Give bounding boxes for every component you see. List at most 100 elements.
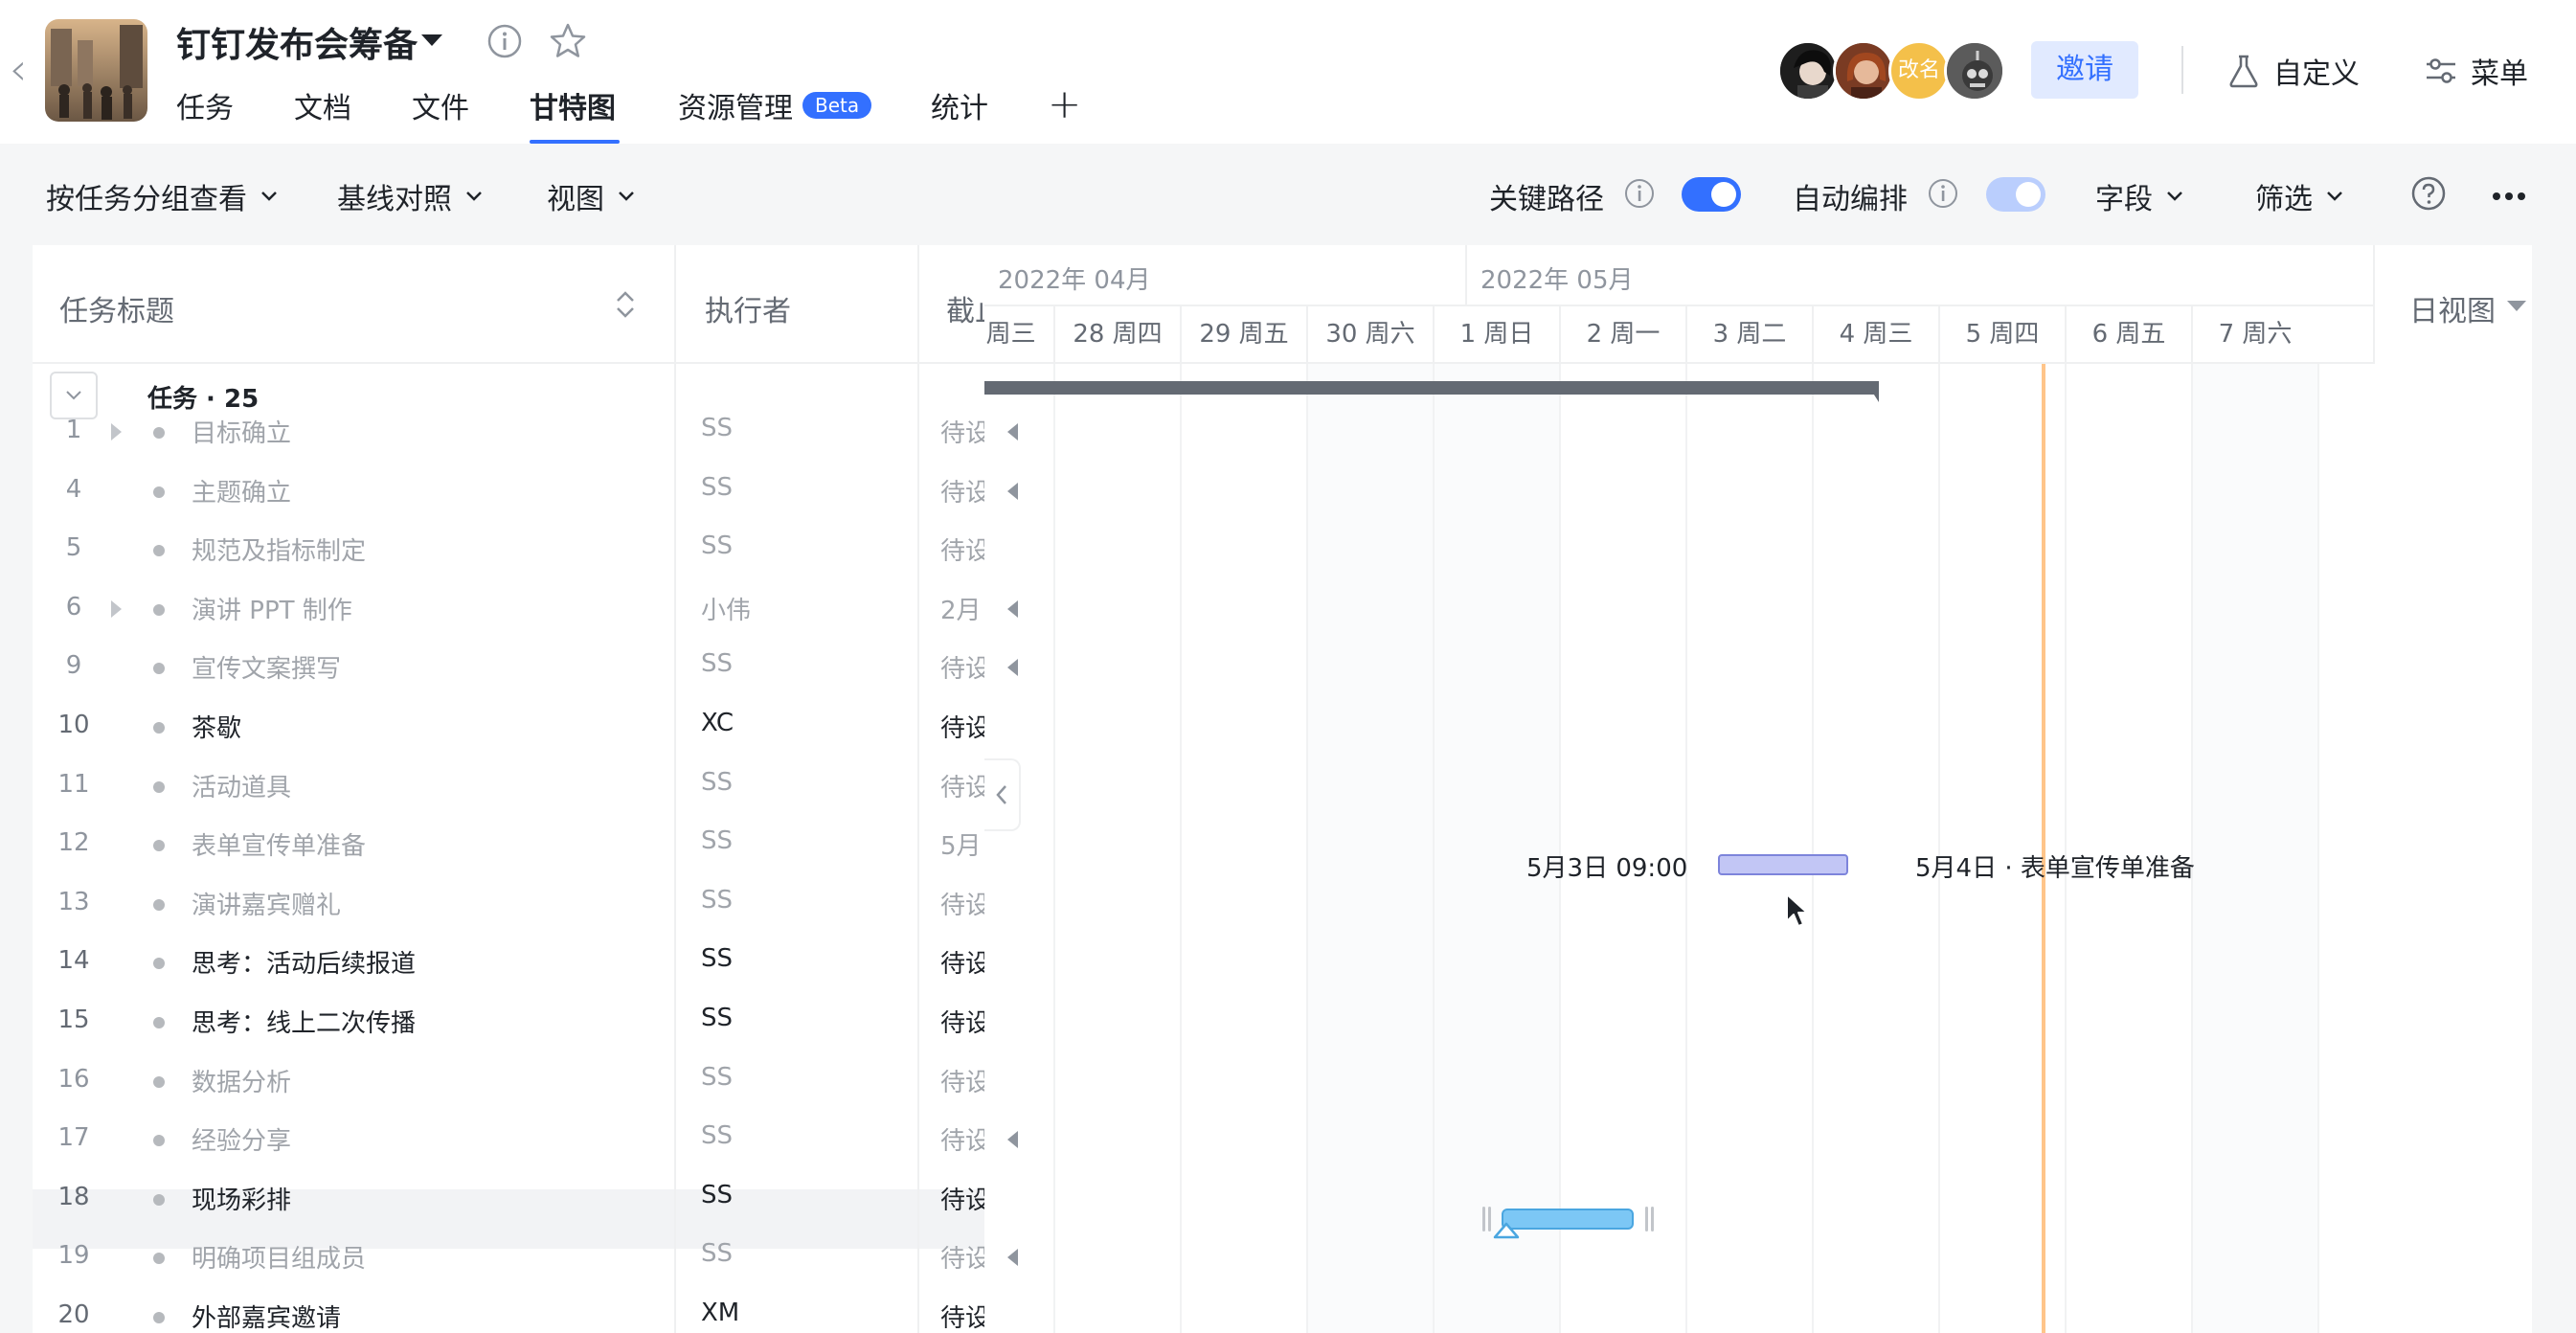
help-icon[interactable] bbox=[2410, 175, 2447, 212]
status-dot-icon[interactable] bbox=[153, 1017, 165, 1028]
task-title[interactable]: 外部嘉宾邀请 bbox=[192, 1299, 341, 1333]
task-due-date[interactable]: 待设 bbox=[940, 1239, 984, 1275]
task-assignee[interactable]: SS bbox=[701, 1063, 733, 1092]
status-dot-icon[interactable] bbox=[153, 545, 165, 557]
resize-handle-right[interactable] bbox=[1641, 1207, 1657, 1231]
task-assignee[interactable]: SS bbox=[701, 1239, 733, 1268]
expand-arrow-icon[interactable] bbox=[111, 423, 122, 441]
baseline-dropdown[interactable]: 基线对照 bbox=[337, 175, 485, 217]
project-title[interactable]: 钉钉发布会筹备 bbox=[176, 17, 418, 67]
table-row[interactable]: 6 演讲 PPT 制作 小伟 2月 bbox=[33, 579, 984, 639]
dependency-anchor-icon[interactable] bbox=[1492, 1220, 1521, 1239]
table-row[interactable]: 20 外部嘉宾邀请 XM 待设 bbox=[33, 1287, 984, 1333]
status-dot-icon[interactable] bbox=[153, 1312, 165, 1323]
task-title[interactable]: 演讲 PPT 制作 bbox=[192, 591, 352, 626]
task-assignee[interactable]: SS bbox=[701, 473, 733, 502]
status-dot-icon[interactable] bbox=[153, 603, 165, 616]
invite-button[interactable]: 邀请 bbox=[2031, 41, 2138, 99]
status-dot-icon[interactable] bbox=[153, 427, 165, 439]
status-dot-icon[interactable] bbox=[153, 486, 165, 498]
task-assignee[interactable]: SS bbox=[701, 826, 733, 855]
caret-down-icon[interactable] bbox=[421, 34, 442, 46]
task-title[interactable]: 茶歇 bbox=[192, 709, 241, 744]
more-icon[interactable] bbox=[2492, 188, 2526, 200]
menu-button[interactable]: 菜单 bbox=[2425, 50, 2528, 92]
task-title[interactable]: 规范及指标制定 bbox=[192, 531, 366, 567]
task-assignee[interactable]: SS bbox=[701, 414, 733, 442]
view-dropdown[interactable]: 视图 bbox=[547, 175, 637, 217]
status-dot-icon[interactable] bbox=[153, 780, 165, 793]
auto-schedule-toggle[interactable] bbox=[1986, 177, 2045, 212]
task-bar[interactable] bbox=[1502, 1209, 1634, 1230]
sort-icon[interactable] bbox=[611, 285, 640, 324]
table-row[interactable]: 4 主题确立 SS 待设 bbox=[33, 462, 984, 521]
status-dot-icon[interactable] bbox=[153, 722, 165, 734]
info-icon[interactable] bbox=[1927, 177, 1959, 210]
task-due-date[interactable]: 待设 bbox=[940, 886, 984, 921]
scroll-to-bar-arrow-icon[interactable] bbox=[1007, 423, 1018, 441]
member-avatar[interactable] bbox=[1833, 40, 1894, 102]
filter-dropdown[interactable]: 筛选 bbox=[2255, 175, 2345, 217]
task-title[interactable]: 现场彩排 bbox=[192, 1181, 291, 1216]
column-due-header[interactable]: 截止 bbox=[946, 287, 984, 329]
critical-path-toggle[interactable] bbox=[1682, 177, 1741, 212]
task-due-date[interactable]: 待设 bbox=[940, 649, 984, 685]
status-dot-icon[interactable] bbox=[153, 663, 165, 675]
table-row[interactable]: 16 数据分析 SS 待设 bbox=[33, 1051, 984, 1111]
table-row[interactable]: 17 经验分享 SS 待设 bbox=[33, 1110, 984, 1169]
task-due-date[interactable]: 待设 bbox=[940, 1004, 984, 1039]
scroll-to-bar-arrow-icon[interactable] bbox=[1007, 1249, 1018, 1267]
member-avatar[interactable]: 改名 bbox=[1888, 40, 1950, 102]
task-title[interactable]: 数据分析 bbox=[192, 1063, 291, 1098]
table-row[interactable]: 10 茶歇 XC 待设 bbox=[33, 697, 984, 757]
task-title[interactable]: 宣传文案撰写 bbox=[192, 649, 341, 685]
task-due-date[interactable]: 待设 bbox=[940, 709, 984, 744]
task-assignee[interactable]: XM bbox=[701, 1299, 739, 1327]
table-row[interactable]: 18 现场彩排 SS 待设 bbox=[33, 1169, 984, 1229]
task-assignee[interactable]: SS bbox=[701, 944, 733, 973]
task-assignee[interactable]: SS bbox=[701, 1004, 733, 1032]
column-assignee-header[interactable]: 执行者 bbox=[705, 287, 791, 329]
task-title[interactable]: 演讲嘉宾赠礼 bbox=[192, 886, 341, 921]
task-due-date[interactable]: 待设 bbox=[940, 768, 984, 803]
task-assignee[interactable]: SS bbox=[701, 886, 733, 915]
collapse-panel-button[interactable] bbox=[984, 758, 1021, 831]
task-due-date[interactable]: 待设 bbox=[940, 1063, 984, 1098]
status-dot-icon[interactable] bbox=[153, 840, 165, 852]
table-row[interactable]: 12 表单宣传单准备 SS 5月 bbox=[33, 815, 984, 874]
status-dot-icon[interactable] bbox=[153, 1135, 165, 1147]
task-title[interactable]: 主题确立 bbox=[192, 473, 291, 508]
table-row[interactable]: 19 明确项目组成员 SS 待设 bbox=[33, 1228, 984, 1287]
member-avatar[interactable] bbox=[1777, 40, 1839, 102]
task-assignee[interactable]: SS bbox=[701, 531, 733, 560]
task-assignee[interactable]: SS bbox=[701, 1181, 733, 1209]
task-title[interactable]: 经验分享 bbox=[192, 1121, 291, 1157]
status-dot-icon[interactable] bbox=[153, 1075, 165, 1088]
table-row[interactable]: 15 思考：线上二次传播 SS 待设 bbox=[33, 992, 984, 1051]
table-row[interactable]: 11 活动道具 SS 待设 bbox=[33, 757, 984, 816]
task-title[interactable]: 思考：活动后续报道 bbox=[192, 944, 416, 980]
column-title-header[interactable]: 任务标题 bbox=[59, 287, 174, 329]
task-bar[interactable] bbox=[1718, 854, 1848, 875]
tab-gantt[interactable]: 甘特图 bbox=[530, 84, 616, 126]
customize-button[interactable]: 自定义 bbox=[2227, 50, 2360, 92]
task-due-date[interactable]: 待设 bbox=[940, 473, 984, 508]
task-due-date[interactable]: 待设 bbox=[940, 1121, 984, 1157]
scroll-to-bar-arrow-icon[interactable] bbox=[1007, 659, 1018, 677]
tab-resources[interactable]: 资源管理 bbox=[678, 84, 793, 126]
tab-files[interactable]: 文件 bbox=[412, 84, 469, 126]
task-due-date[interactable]: 待设 bbox=[940, 1299, 984, 1333]
status-dot-icon[interactable] bbox=[153, 1253, 165, 1265]
task-assignee[interactable]: XC bbox=[701, 709, 734, 737]
tab-statistics[interactable]: 统计 bbox=[931, 84, 988, 126]
task-title[interactable]: 表单宣传单准备 bbox=[192, 826, 366, 862]
task-due-date[interactable]: 待设 bbox=[940, 531, 984, 567]
plus-icon[interactable]: + bbox=[1048, 80, 1081, 127]
task-due-date[interactable]: 待设 bbox=[940, 414, 984, 449]
task-due-date[interactable]: 2月 bbox=[940, 591, 984, 626]
task-assignee[interactable]: SS bbox=[701, 649, 733, 678]
member-avatar[interactable] bbox=[1944, 40, 2005, 102]
table-row[interactable]: 13 演讲嘉宾赠礼 SS 待设 bbox=[33, 874, 984, 934]
view-mode-dropdown[interactable]: 日视图 bbox=[2373, 245, 2532, 364]
table-row[interactable]: 14 思考：活动后续报道 SS 待设 bbox=[33, 933, 984, 992]
